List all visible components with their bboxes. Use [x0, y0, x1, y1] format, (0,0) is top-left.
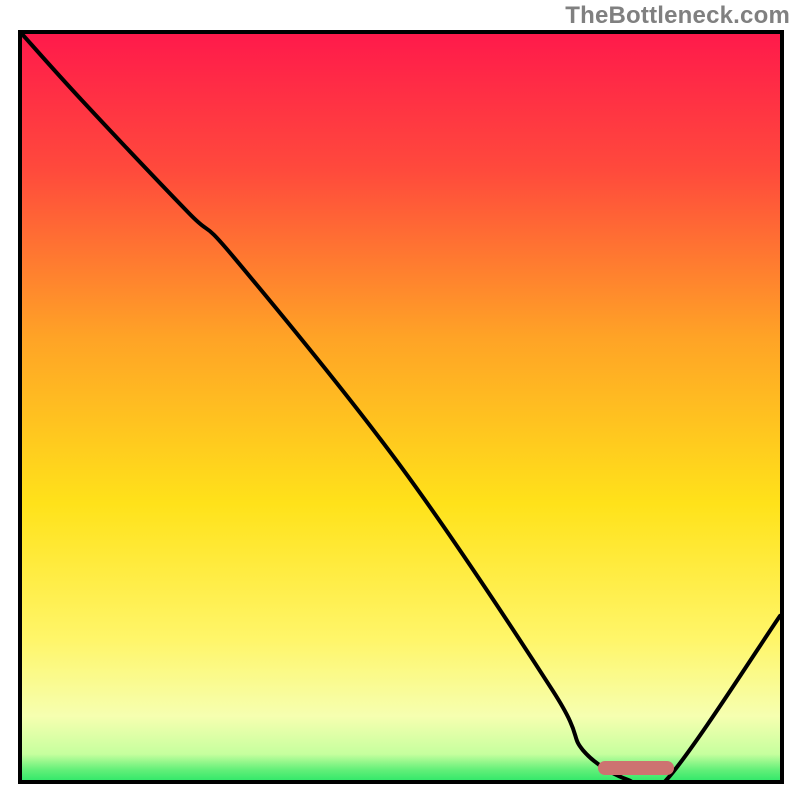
- chart-root: TheBottleneck.com: [0, 0, 800, 800]
- bottleneck-curve: [22, 34, 780, 780]
- watermark-text: TheBottleneck.com: [565, 2, 790, 30]
- plot-area: [18, 30, 784, 784]
- optimal-range-marker: [598, 761, 674, 775]
